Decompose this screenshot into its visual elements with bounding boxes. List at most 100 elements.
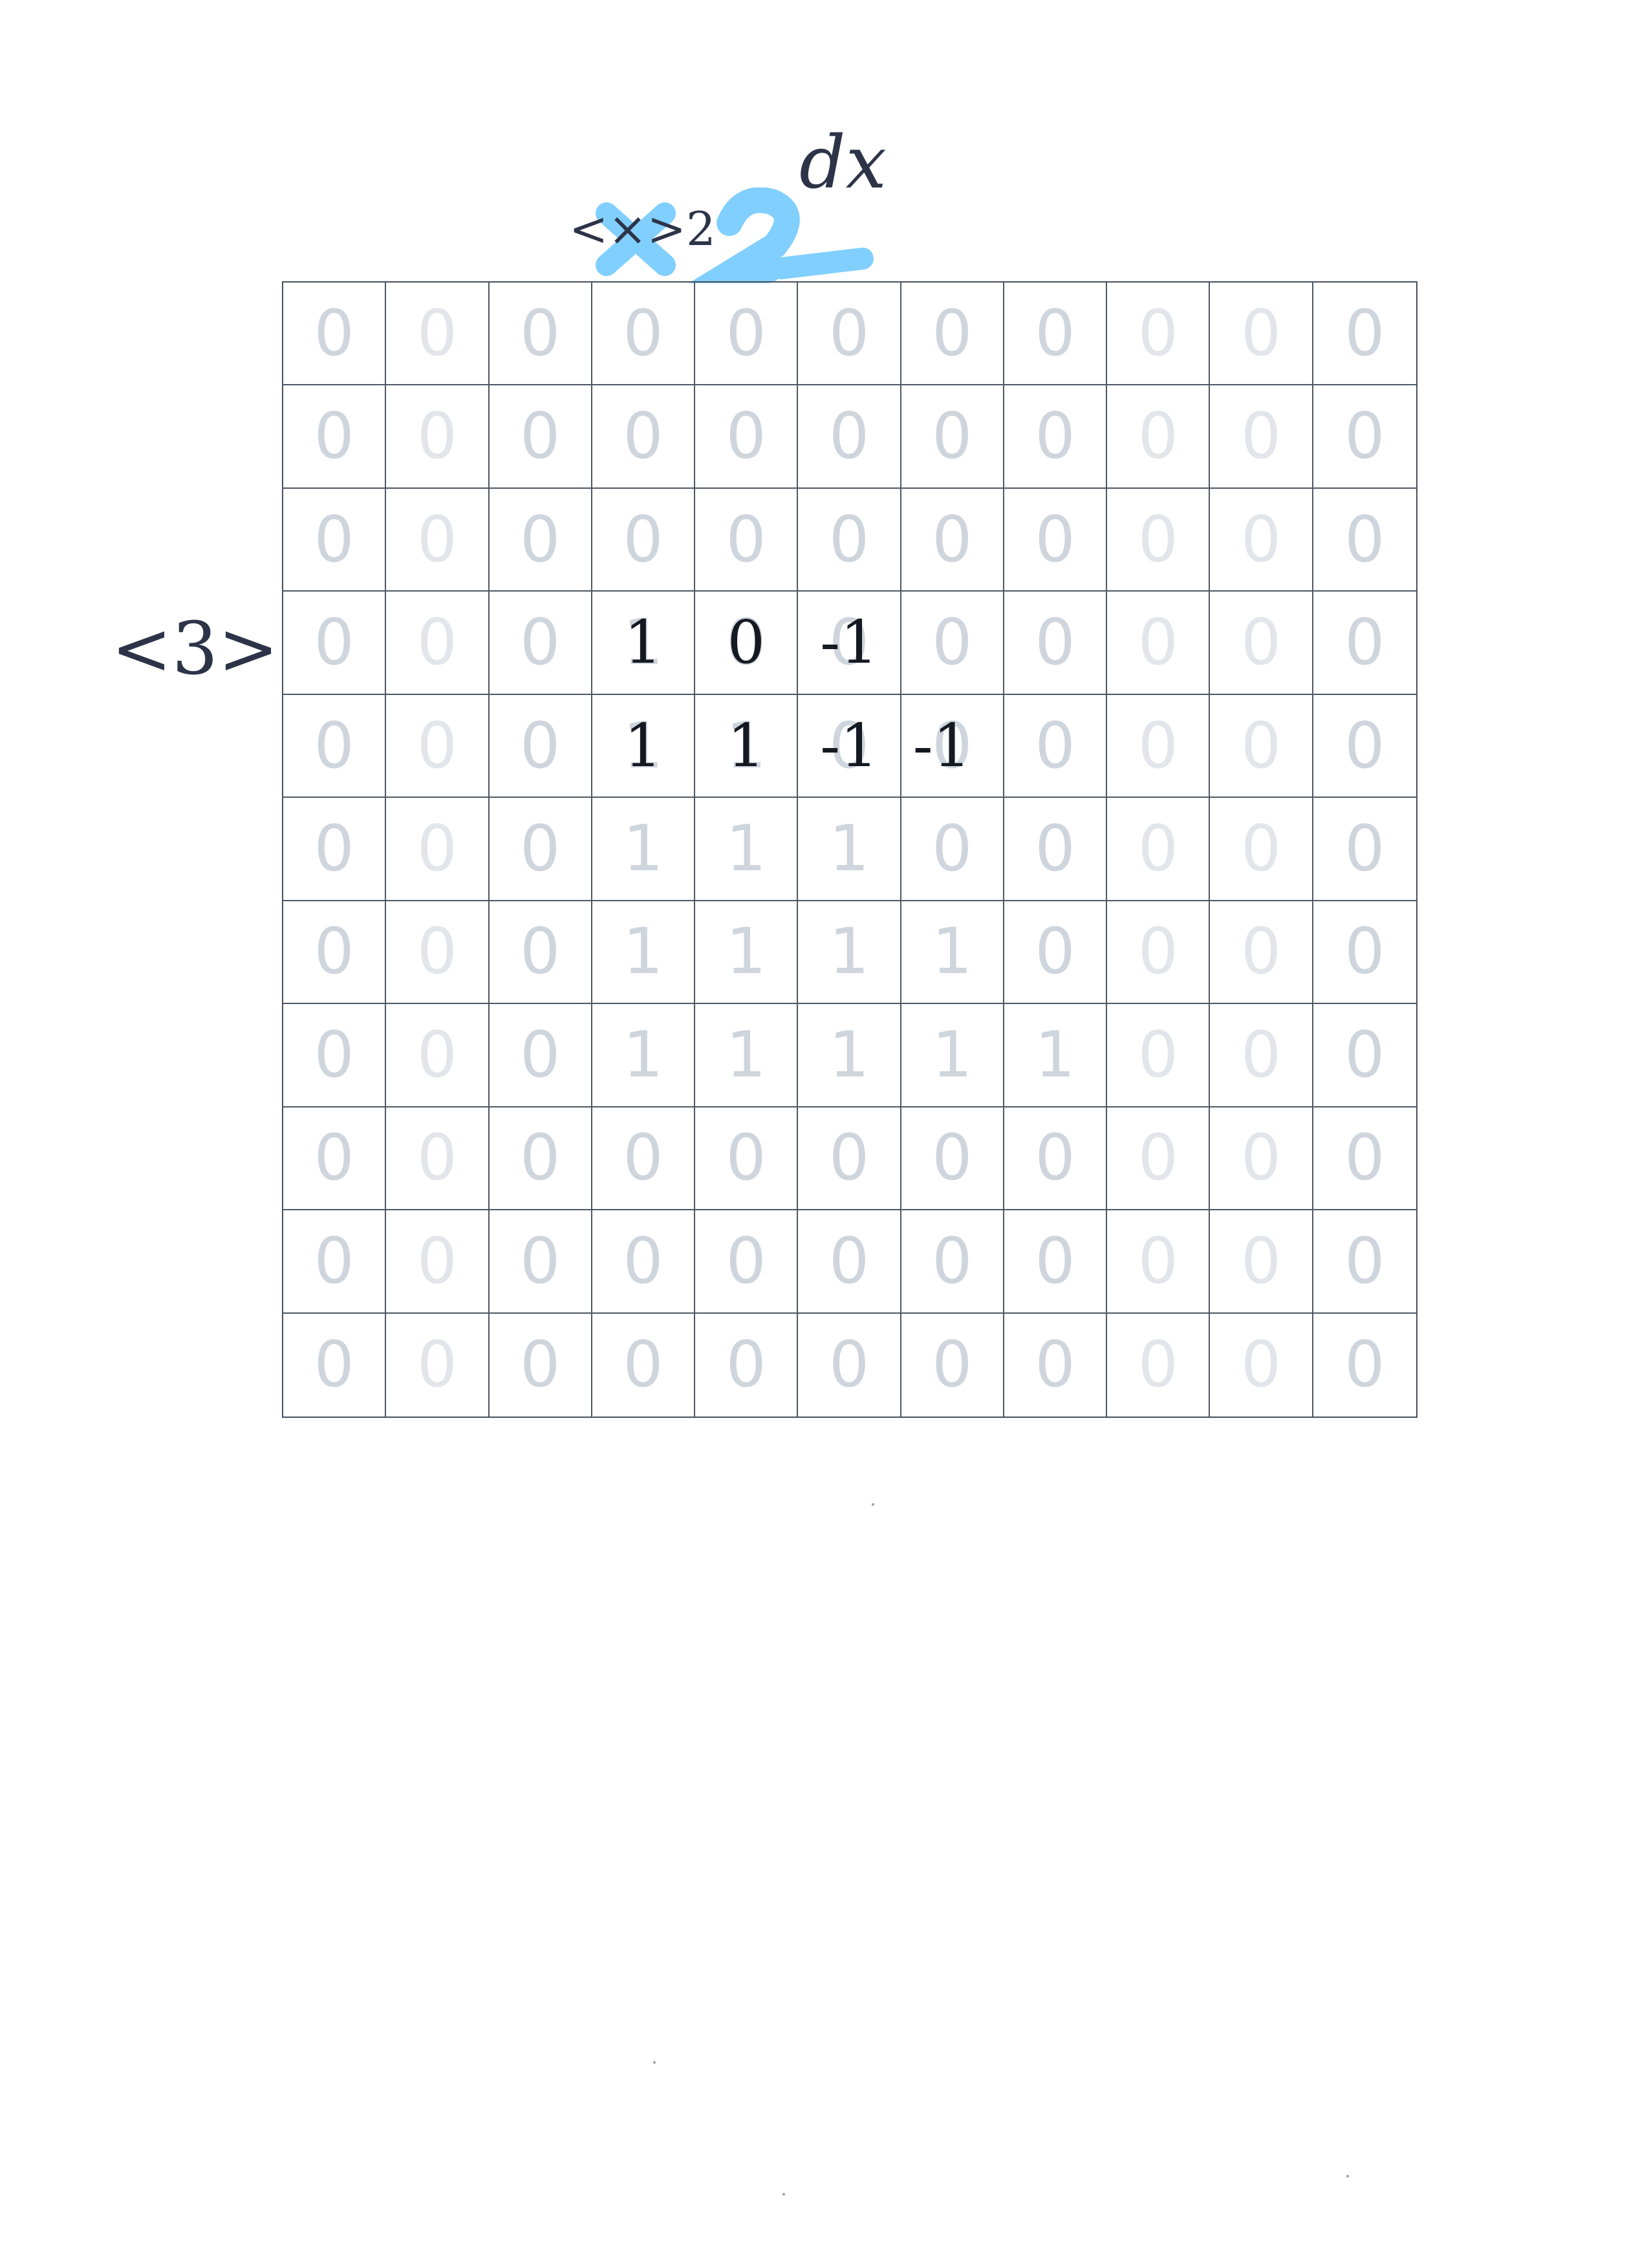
grid-cell: 0: [283, 901, 387, 1005]
grid-cell: 00: [695, 592, 799, 695]
grid-cell: 0: [695, 488, 799, 592]
grid-cell: 1: [592, 901, 696, 1005]
grid-cell: 0: [901, 1107, 1004, 1211]
printed-digit: 0: [1137, 811, 1178, 886]
grid-cell: 0: [386, 1313, 490, 1417]
printed-digit: 0: [1137, 709, 1178, 783]
printed-digit: 0: [932, 606, 973, 680]
printed-digit: 1: [932, 915, 973, 989]
grid-cell: 0: [1004, 1313, 1108, 1417]
printed-digit: 0: [1344, 1224, 1385, 1298]
grid-cell: 0: [1107, 1107, 1211, 1211]
grid-cell: 0: [592, 1313, 696, 1417]
grid-cell: 0: [386, 694, 490, 798]
grid-cell: 0: [489, 1107, 592, 1211]
printed-digit: 0: [519, 1121, 561, 1195]
grid-cell: 0: [901, 385, 1004, 489]
printed-digit: 0: [623, 1121, 663, 1195]
grid-cell: 0: [489, 283, 592, 386]
grid-cell: 0: [901, 1210, 1004, 1314]
printed-digit: 0: [519, 502, 561, 577]
printed-digit: 0: [1344, 502, 1385, 577]
printed-digit: 0: [726, 1328, 766, 1402]
grid-cell: 0: [592, 1210, 696, 1314]
grid-cell: 0: [901, 283, 1004, 386]
printed-digit: 0: [416, 915, 458, 989]
grid-cell: 0: [798, 385, 901, 489]
grid-cell: 0: [1004, 798, 1108, 901]
grid-cell: 0: [592, 283, 696, 386]
grid-cell: 0: [386, 488, 490, 592]
printed-digit: 0: [416, 1018, 458, 1092]
printed-digit: 0: [1240, 1018, 1282, 1092]
grid-cell: 0: [283, 592, 387, 695]
grid-cell: 0: [1004, 592, 1108, 695]
printed-digit: 0: [932, 400, 973, 474]
grid-cell: 0: [1107, 488, 1211, 592]
grid-cell: 0: [798, 1107, 901, 1211]
printed-digit: 1: [828, 1018, 870, 1092]
grid-cell: 0: [489, 385, 592, 489]
grid-cell: 1: [798, 798, 901, 901]
grid-cell: 0: [798, 1210, 901, 1314]
printed-digit: 0: [1344, 1121, 1385, 1195]
printed-digit: 0: [1035, 400, 1075, 474]
printed-digit: 0: [1344, 1328, 1385, 1402]
handwritten-value: 0: [727, 608, 765, 678]
printed-digit: 0: [623, 502, 663, 577]
grid-cell: 0: [1107, 283, 1211, 386]
printed-digit: 0: [623, 1328, 663, 1402]
printed-digit: 0: [623, 1224, 663, 1298]
printed-digit: 0: [1240, 1121, 1282, 1195]
printed-digit: 0: [1240, 811, 1282, 886]
grid-cell: 0: [695, 1210, 799, 1314]
printed-digit: 0: [1240, 1224, 1282, 1298]
printed-digit: 0: [1035, 811, 1075, 886]
printed-digit: 1: [623, 1018, 663, 1092]
printed-digit: 0: [1240, 606, 1282, 680]
printed-digit: 0: [519, 1018, 561, 1092]
printed-digit: 0: [314, 296, 354, 370]
printed-digit: 0: [1035, 1224, 1075, 1298]
grid-cell: 0: [1313, 592, 1416, 695]
printed-digit: 0: [1137, 1224, 1178, 1298]
dx-annotation: dx: [799, 121, 887, 205]
grid-cell: 0: [592, 1107, 696, 1211]
grid-cell: 0: [489, 1004, 592, 1107]
printed-digit: 0: [519, 915, 561, 989]
scan-speck: [782, 2193, 785, 2196]
grid-cell: 0: [1107, 1313, 1211, 1417]
printed-digit: 0: [314, 709, 354, 783]
printed-digit: 1: [726, 1018, 766, 1092]
grid-cell: 0: [1210, 1004, 1313, 1107]
grid-cell: 0: [386, 798, 490, 901]
grid-cell: 0: [1313, 489, 1416, 592]
grid-cell: 0: [798, 488, 901, 592]
grid-cell: 0: [489, 694, 592, 798]
handwritten-value: -1: [820, 711, 878, 780]
grid-cell: 0: [1313, 798, 1416, 901]
printed-digit: 0: [1035, 1328, 1075, 1402]
scan-speck: [1346, 2175, 1349, 2177]
grid-cell: 0: [1210, 1313, 1313, 1417]
printed-digit: 0: [828, 1121, 870, 1195]
printed-digit: 1: [1035, 1018, 1075, 1092]
grid-cell: 0: [901, 798, 1004, 901]
printed-digit: 0: [1344, 296, 1385, 370]
grid-cell: 0: [283, 488, 387, 592]
grid-cell: 0: [1004, 694, 1108, 798]
grid-cell: 0: [386, 1004, 490, 1107]
grid-cell: 11: [592, 592, 696, 695]
grid-cell: 1: [695, 798, 799, 901]
printed-digit: 0: [1137, 1018, 1178, 1092]
grid-cell: 1: [901, 901, 1004, 1005]
printed-digit: 0: [726, 296, 766, 370]
printed-digit: 0: [623, 296, 663, 370]
printed-digit: 0: [932, 296, 973, 370]
printed-digit: 0: [1344, 400, 1385, 474]
printed-digit: 0: [1137, 296, 1178, 370]
grid-cell: 0: [695, 1313, 799, 1417]
printed-digit: 0: [932, 1121, 973, 1195]
printed-digit: 0: [416, 1224, 458, 1298]
printed-digit: 0: [519, 1224, 561, 1298]
